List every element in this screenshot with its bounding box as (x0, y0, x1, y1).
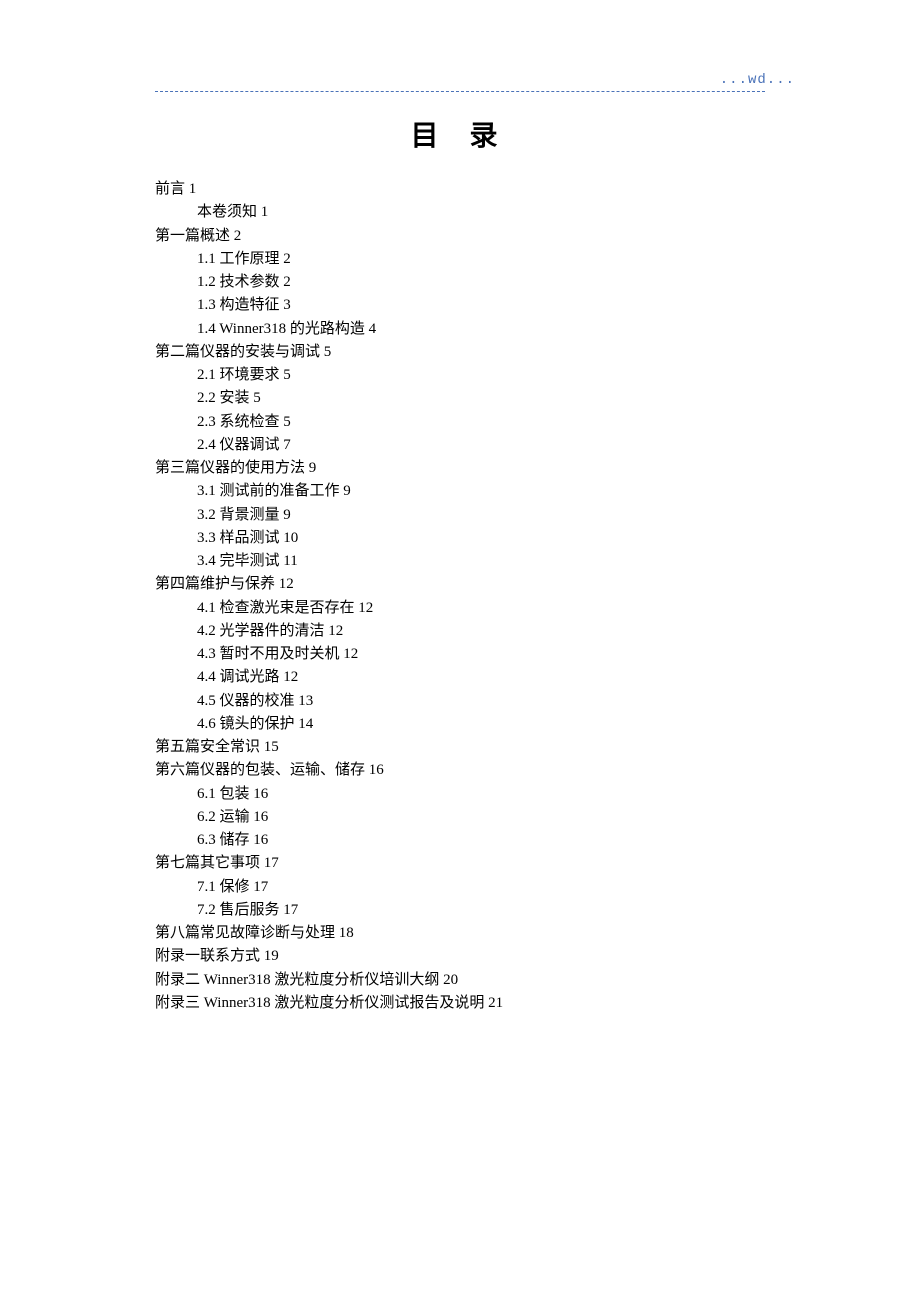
toc-entry: 4.2 光学器件的清洁 12 (155, 620, 765, 643)
toc-entry: 1.2 技术参数 2 (155, 271, 765, 294)
toc-entry: 第三篇仪器的使用方法 9 (155, 457, 765, 480)
toc-entry: 4.5 仪器的校准 13 (155, 690, 765, 713)
toc-entry: 6.1 包装 16 (155, 783, 765, 806)
table-of-contents: 前言 1本卷须知 1第一篇概述 21.1 工作原理 21.2 技术参数 21.3… (155, 178, 765, 1015)
toc-entry: 2.3 系统检查 5 (155, 411, 765, 434)
toc-entry: 1.4 Winner318 的光路构造 4 (155, 318, 765, 341)
header-divider: ...wd... (155, 78, 765, 92)
toc-entry: 3.4 完毕测试 11 (155, 550, 765, 573)
toc-entry: 附录一联系方式 19 (155, 945, 765, 968)
toc-entry: 2.1 环境要求 5 (155, 364, 765, 387)
toc-entry: 第八篇常见故障诊断与处理 18 (155, 922, 765, 945)
toc-entry: 1.1 工作原理 2 (155, 248, 765, 271)
toc-entry: 第六篇仪器的包装、运输、储存 16 (155, 759, 765, 782)
toc-entry: 第五篇安全常识 15 (155, 736, 765, 759)
toc-entry: 2.2 安装 5 (155, 387, 765, 410)
toc-entry: 3.2 背景测量 9 (155, 504, 765, 527)
toc-entry: 4.6 镜头的保护 14 (155, 713, 765, 736)
toc-entry: 3.3 样品测试 10 (155, 527, 765, 550)
toc-entry: 第七篇其它事项 17 (155, 852, 765, 875)
page-title: 目 录 (155, 114, 765, 154)
toc-entry: 7.1 保修 17 (155, 876, 765, 899)
toc-entry: 前言 1 (155, 178, 765, 201)
header-text: ...wd... (720, 72, 795, 88)
toc-entry: 第四篇维护与保养 12 (155, 573, 765, 596)
toc-entry: 2.4 仪器调试 7 (155, 434, 765, 457)
toc-entry: 附录三 Winner318 激光粒度分析仪测试报告及说明 21 (155, 992, 765, 1015)
toc-entry: 6.2 运输 16 (155, 806, 765, 829)
toc-entry: 本卷须知 1 (155, 201, 765, 224)
toc-entry: 第二篇仪器的安装与调试 5 (155, 341, 765, 364)
toc-entry: 4.1 检查激光束是否存在 12 (155, 597, 765, 620)
toc-entry: 附录二 Winner318 激光粒度分析仪培训大纲 20 (155, 969, 765, 992)
toc-entry: 7.2 售后服务 17 (155, 899, 765, 922)
toc-entry: 4.4 调试光路 12 (155, 666, 765, 689)
toc-entry: 6.3 储存 16 (155, 829, 765, 852)
toc-entry: 1.3 构造特征 3 (155, 294, 765, 317)
toc-entry: 3.1 测试前的准备工作 9 (155, 480, 765, 503)
toc-entry: 第一篇概述 2 (155, 225, 765, 248)
toc-entry: 4.3 暂时不用及时关机 12 (155, 643, 765, 666)
